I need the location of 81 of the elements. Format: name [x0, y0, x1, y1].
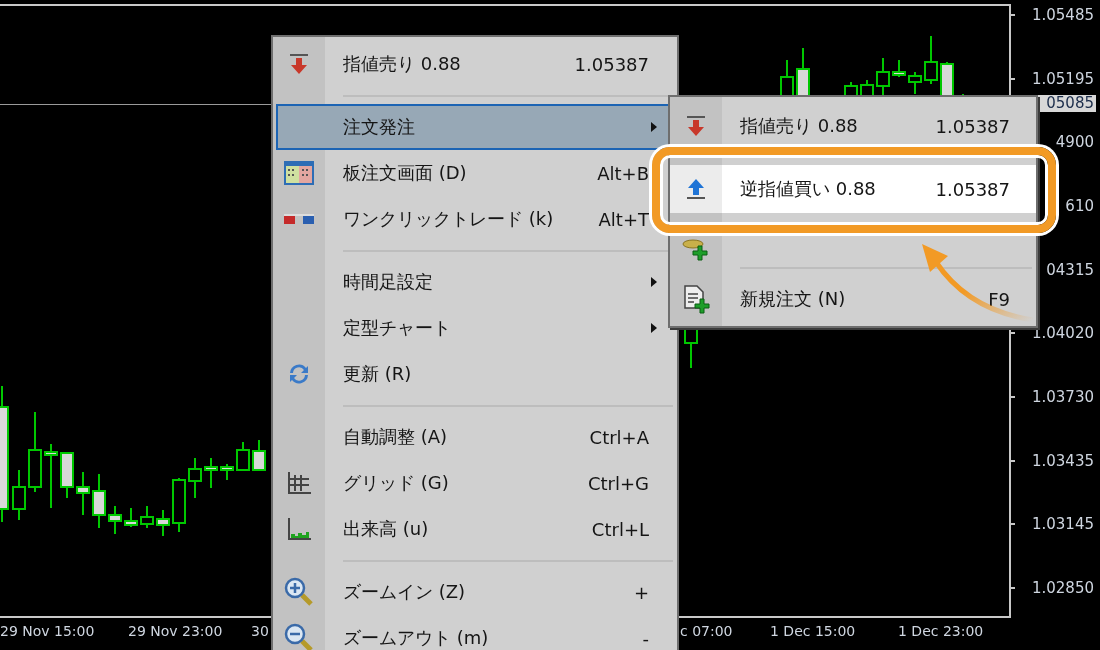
coins-plus-icon [682, 239, 710, 261]
candlestick [76, 471, 90, 516]
candlestick [108, 505, 122, 535]
menu-item[interactable]: 自動調整 (A) Ctrl+A [273, 414, 677, 460]
menu-item[interactable]: 逆指値買い 0.88 1.05387 [670, 165, 1036, 213]
candlestick [92, 473, 106, 529]
price-label: 1.03730 [1031, 388, 1094, 407]
menu-item-label: 指値売り 0.88 [343, 52, 461, 76]
submenu-arrow-icon [651, 277, 657, 287]
menu-item[interactable]: 指値売り 0.88 1.05387 [273, 41, 677, 87]
table-window-icon [283, 160, 315, 186]
shortcut-label: F9 [988, 288, 1010, 310]
price-label: 4900 [1055, 133, 1094, 152]
candlestick [204, 457, 218, 489]
zoom-out-icon [284, 623, 314, 650]
menu-item[interactable]: グリッド (G) Ctrl+G [273, 460, 677, 506]
grid-icon [285, 469, 313, 497]
candlestick [156, 509, 170, 537]
candlestick [908, 71, 922, 95]
time-label: 1 Dec 15:00 [770, 623, 856, 639]
trade-bar-icon [283, 213, 315, 225]
menu-item-label: 時間足設定 [343, 270, 433, 294]
menu-item-label: 更新 (R) [343, 362, 412, 386]
candlestick [172, 477, 186, 533]
price-label: 610 [1065, 196, 1094, 215]
candlestick [252, 439, 266, 471]
candlestick [12, 469, 26, 521]
menu-item-label: グリッド (G) [343, 471, 449, 495]
down-arrow-icon [287, 52, 311, 76]
shortcut-label: Ctrl+L [591, 518, 649, 540]
shortcut-label: Alt+T [598, 208, 649, 230]
price-label: 1.03145 [1031, 515, 1094, 534]
price-label: 04315 [1046, 260, 1094, 279]
menu-item[interactable]: ズームアウト (m) - [273, 615, 677, 650]
time-label: 29 Nov 23:00 [128, 623, 223, 639]
menu-item-label: 注文発注 [343, 115, 415, 139]
menu-item-label: 指値売り 0.88 [740, 114, 858, 138]
up-arrow-icon [684, 177, 708, 201]
time-label: 29 Nov 15:00 [0, 623, 95, 639]
candlestick [124, 507, 138, 528]
submenu-arrow-icon [651, 122, 657, 132]
candlestick [60, 451, 74, 499]
shortcut-label: + [633, 581, 649, 603]
menu-item-label: 出来高 (u) [343, 517, 429, 541]
time-label: 30 [251, 623, 269, 639]
menu-item-label: 逆指値買い 0.88 [740, 177, 876, 201]
menu-item-label: ズームアウト (m) [343, 626, 489, 650]
time-label: c 07:00 [680, 623, 733, 639]
shortcut-label: 1.05387 [574, 53, 649, 75]
menu-item-label: 板注文画面 (D) [343, 161, 467, 185]
candlestick [220, 463, 234, 481]
candlestick [236, 441, 250, 471]
menu-item-label: ワンクリックトレード (k) [343, 207, 554, 231]
shortcut-label: 1.05387 [935, 178, 1010, 200]
submenu-arrow-icon [651, 323, 657, 333]
document-plus-icon [681, 284, 711, 314]
zoom-in-icon [284, 577, 314, 607]
menu-item-label: ズームイン (Z) [343, 580, 466, 604]
shortcut-label: 1.05387 [935, 115, 1010, 137]
menu-item-label: 定型チャート [343, 316, 451, 340]
shortcut-label: Ctrl+G [587, 472, 649, 494]
menu-item[interactable]: ズームイン (Z) + [273, 569, 677, 615]
time-label: 1 Dec 23:00 [898, 623, 984, 639]
volume-chart-icon [285, 515, 313, 543]
menu-item-label: 新規注文 (N) [740, 287, 846, 311]
candlestick [188, 457, 202, 499]
price-label: 1.05485 [1031, 5, 1094, 24]
menu-item[interactable]: 出来高 (u) Ctrl+L [273, 506, 677, 552]
menu-item[interactable]: 更新 (R) [273, 351, 677, 397]
candlestick [140, 505, 154, 529]
price-label: 1.05195 [1031, 69, 1094, 88]
candlestick [924, 35, 938, 85]
candlestick [44, 443, 58, 509]
menu-item-label: 自動調整 (A) [343, 425, 448, 449]
shortcut-label: Alt+B [597, 162, 649, 184]
price-label: 1.02850 [1031, 579, 1094, 598]
shortcut-label: Ctrl+A [589, 426, 649, 448]
shortcut-label: - [642, 627, 649, 649]
price-label: 1.03435 [1031, 451, 1094, 470]
candlestick [892, 59, 906, 78]
down-arrow-icon [684, 114, 708, 138]
